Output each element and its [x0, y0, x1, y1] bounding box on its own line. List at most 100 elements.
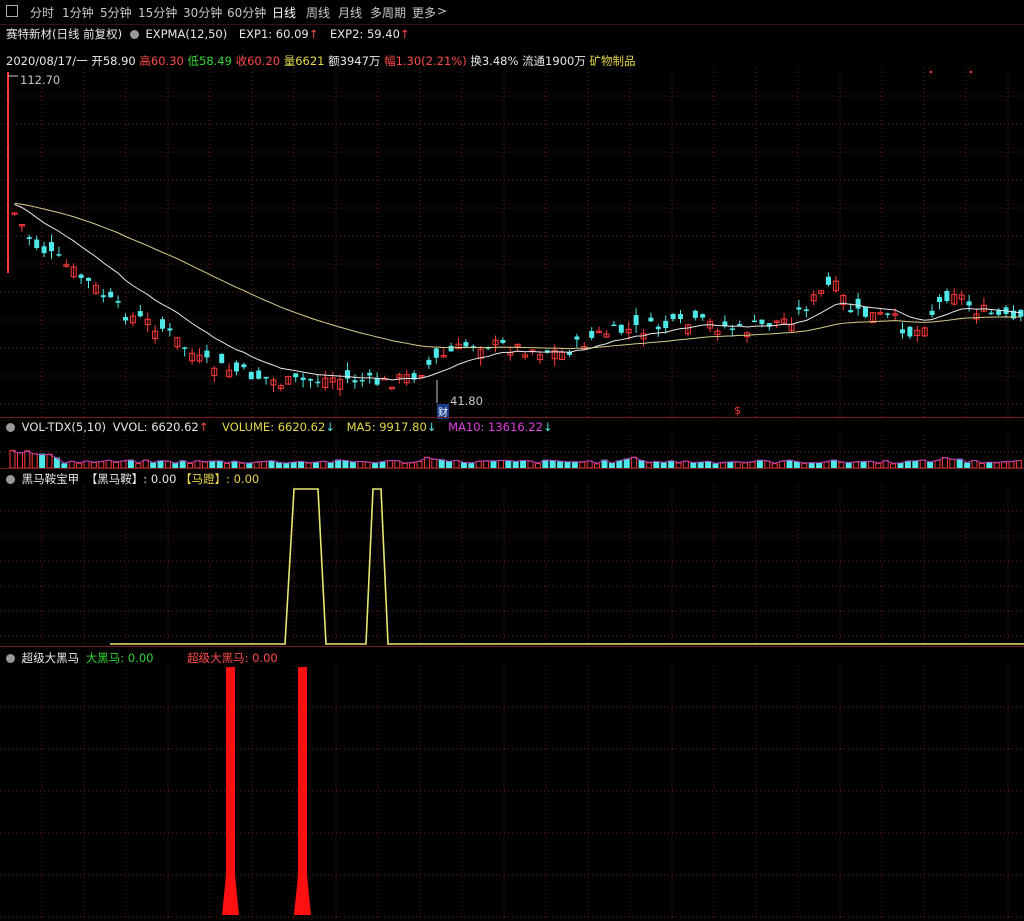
indicator2-chart[interactable] — [0, 665, 1024, 921]
marker-dot — [970, 71, 972, 73]
quote-volume: 量6621 — [283, 54, 325, 68]
quote-high: 高60.30 — [139, 54, 184, 68]
candle-body — [367, 372, 373, 376]
quote-line: 2020/08/17/一 开58.90 高60.30 低58.49 收60.20… — [6, 53, 636, 69]
indicator-name[interactable]: EXPMA(12,50) — [145, 27, 227, 41]
up-arrow-icon: ↑ — [399, 27, 410, 41]
candle-body — [670, 314, 676, 320]
exp2-line — [14, 202, 1021, 350]
candle-body — [803, 309, 809, 312]
candle-body — [293, 373, 299, 378]
volume-bar — [520, 460, 527, 469]
dropdown-circle-icon[interactable] — [6, 475, 15, 484]
volume-bar — [867, 460, 874, 469]
tab-60min[interactable]: 60分钟 — [227, 4, 266, 21]
volume-bar — [31, 453, 38, 469]
tab-monthly[interactable]: 月线 — [338, 4, 362, 21]
down-arrow-icon: ↓ — [542, 420, 553, 434]
tab-5min[interactable]: 5分钟 — [100, 4, 132, 21]
indicator1-chart[interactable] — [0, 486, 1024, 646]
tab-more[interactable]: 更多 — [412, 4, 436, 21]
exp1-line — [14, 204, 1021, 381]
volume-bar — [394, 460, 401, 469]
tab-1min[interactable]: 1分钟 — [62, 4, 94, 21]
volume-bar — [216, 460, 223, 469]
volume-bar — [483, 460, 490, 469]
volume-bar — [386, 460, 393, 469]
down-arrow-icon: ↓ — [426, 420, 437, 434]
candle-body — [663, 320, 669, 329]
volume-bar — [616, 460, 623, 469]
chevron-right-icon[interactable]: > — [437, 4, 447, 18]
candle-body — [448, 345, 454, 352]
quote-float: 流通1900万 — [522, 54, 586, 68]
indicator2-header: 超级大黑马 大黑马: 0.00 超级大黑马: 0.00 — [6, 650, 278, 666]
stock-name[interactable]: 赛特新材(日线 前复权) — [6, 27, 122, 41]
candle-body — [41, 246, 47, 254]
volume-bar — [431, 458, 438, 469]
volume-bar — [342, 460, 349, 469]
indicator2-name[interactable]: 超级大黑马 — [22, 651, 80, 665]
candlestick-chart[interactable] — [0, 68, 1024, 418]
candle-body — [692, 310, 698, 318]
volume-bar — [527, 460, 534, 469]
candle-body — [611, 324, 617, 327]
candle-body — [729, 328, 735, 330]
panel-divider — [0, 417, 1024, 418]
volume-bar — [335, 459, 342, 469]
quote-change: 幅1.30(2.21%) — [384, 54, 467, 68]
volume-bar — [904, 460, 911, 469]
chart-title-line: 赛特新材(日线 前复权) EXPMA(12,50) EXP1: 60.09↑ E… — [6, 26, 410, 42]
candle-body — [907, 326, 913, 337]
event-marker[interactable]: $ — [734, 404, 741, 417]
volume-bar — [623, 458, 630, 469]
volume-bar — [971, 459, 978, 469]
volume-bar — [1015, 460, 1022, 469]
volume-bar — [882, 460, 889, 469]
volume-chart[interactable] — [0, 435, 1024, 469]
candle-body — [219, 353, 225, 364]
ma10-value: MA10: 13616.22 — [448, 420, 543, 434]
indicator1-name[interactable]: 黑马鞍宝甲 — [22, 472, 80, 486]
candle-body — [463, 342, 469, 347]
tab-15min[interactable]: 15分钟 — [138, 4, 177, 21]
tab-daily[interactable]: 日线 — [272, 4, 296, 21]
candle-body — [633, 315, 639, 325]
tab-weekly[interactable]: 周线 — [306, 4, 330, 21]
quote-turnover: 换3.48% — [470, 54, 519, 68]
dropdown-circle-icon[interactable] — [6, 654, 15, 663]
volume-bar — [490, 460, 497, 469]
vvol-value: VVOL: 6620.62 — [112, 420, 199, 434]
volume-bar — [453, 460, 460, 469]
panel-toggle-icon[interactable] — [6, 5, 18, 17]
dropdown-circle-icon[interactable] — [6, 423, 15, 432]
volume-bar — [105, 459, 112, 469]
volume-bar — [268, 460, 275, 469]
candle-body — [49, 242, 54, 252]
down-arrow-icon: ↓ — [325, 420, 335, 434]
candle-body — [944, 291, 950, 302]
tab-multi-period[interactable]: 多周期 — [370, 4, 406, 21]
volume-bar — [956, 458, 963, 469]
tab-30min[interactable]: 30分钟 — [183, 4, 222, 21]
tab-fenshi[interactable]: 分时 — [30, 4, 54, 21]
candle-body — [589, 331, 595, 338]
panel-divider — [0, 468, 1024, 469]
spike-bar — [222, 875, 239, 915]
candle-body — [863, 306, 868, 317]
candle-body — [678, 314, 683, 319]
candle-body — [752, 320, 757, 323]
indicator1-series1: 【黑马鞍】: 0.00 — [85, 472, 177, 486]
volume-bar — [423, 456, 430, 469]
high-price-label: 112.70 — [20, 73, 61, 87]
candle-body — [855, 298, 861, 309]
candle-body — [1018, 309, 1024, 317]
candle-body — [988, 312, 994, 315]
candle-body — [345, 370, 350, 379]
candle-body — [618, 324, 624, 333]
volume-indicator-name[interactable]: VOL-TDX(5,10) — [22, 420, 106, 434]
exp1-value: EXP1: 60.09 — [238, 27, 309, 41]
candle-body — [182, 347, 188, 349]
dropdown-circle-icon[interactable] — [129, 30, 139, 39]
indicator2-series1: 大黑马: 0.00 — [85, 651, 154, 665]
